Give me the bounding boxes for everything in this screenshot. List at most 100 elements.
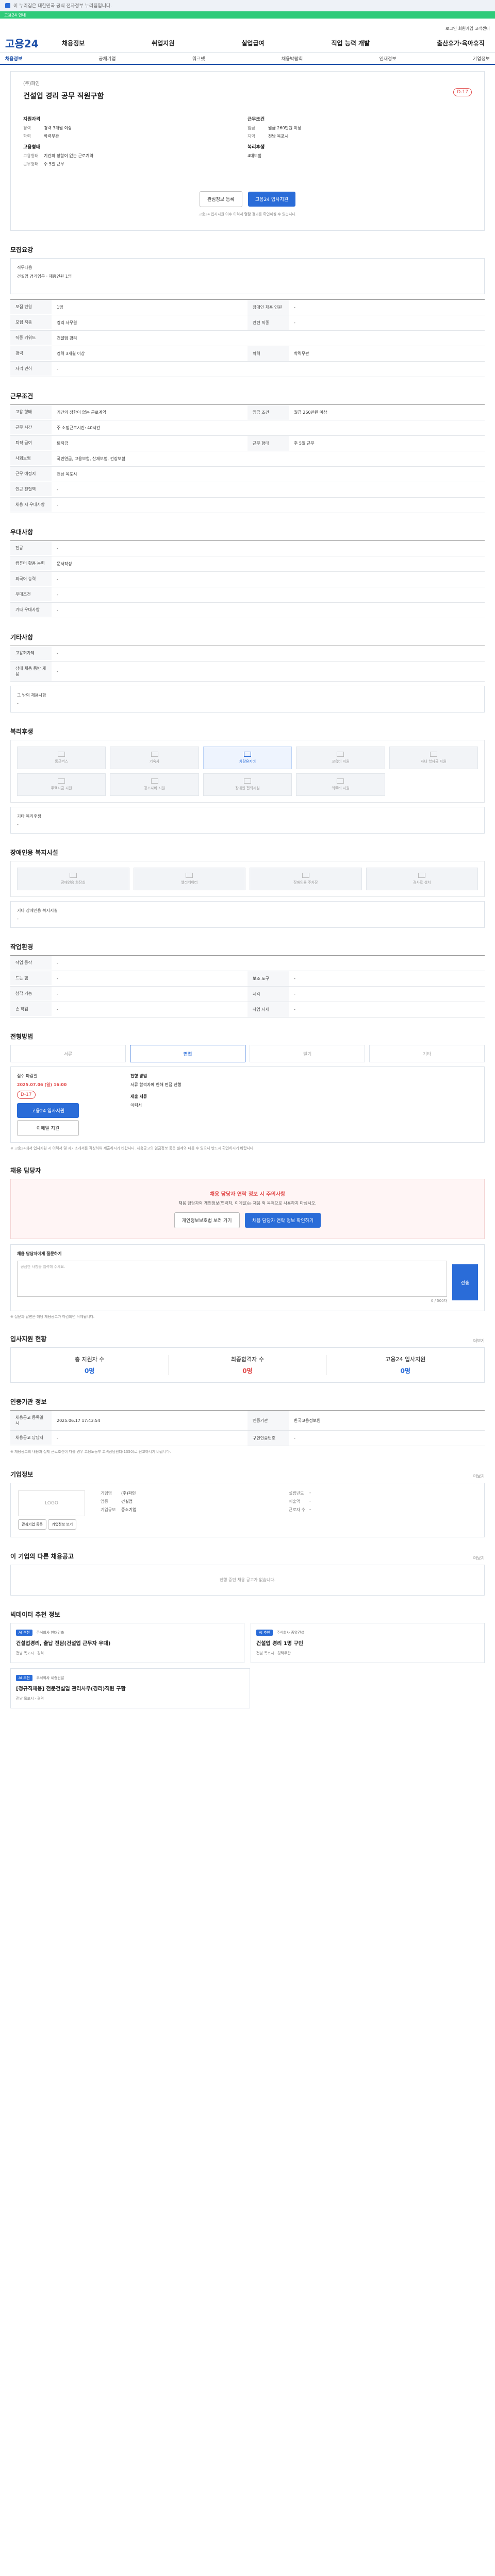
login-links[interactable]: 로그인 회원가입 고객센터 — [0, 26, 495, 34]
stat-value: 0명 — [242, 1367, 253, 1375]
privacy-law-button[interactable]: 개인정보보호법 보러 가기 — [174, 1212, 240, 1229]
stats-more-link[interactable]: 더보기 — [473, 1338, 485, 1344]
company-name[interactable]: (주)파인 — [23, 80, 472, 87]
subnav-item-1[interactable]: 공채기업 — [98, 55, 116, 62]
company-kv: 기업규모 중소기업 — [101, 1507, 289, 1513]
section-title: 작업환경 — [10, 943, 34, 951]
table-cell: - — [57, 992, 58, 996]
dday-badge: D-17 — [453, 88, 472, 96]
gov-mark-icon — [5, 3, 10, 8]
facility-tile: 교육비 지원 — [296, 747, 385, 769]
method-interview: 면접 — [130, 1045, 245, 1062]
stat-label: 고용24 입사지원 — [385, 1356, 426, 1363]
gnb-item-training[interactable]: 직업 능력 개발 — [331, 39, 370, 47]
table-cell: - — [57, 503, 58, 507]
action-buttons: 관심정보 등록 고용24 입사지원 — [11, 191, 484, 207]
table-cell: - — [294, 976, 295, 981]
disabled-grid: 장애인용 화장실 엘리베이터 장애인용 주차장 경사로 설치 — [10, 861, 485, 897]
subnav-item-2[interactable]: 워크넷 — [192, 55, 205, 62]
other-more-link[interactable]: 더보기 — [473, 1555, 485, 1561]
table-row: 채용공고 담당자 - 구인인증번호 - — [10, 1431, 485, 1447]
facility-icon — [58, 752, 65, 757]
company-logo: LOGO — [18, 1490, 85, 1516]
kv-value: 전남 목포시 — [268, 134, 289, 139]
company-kv: 근로자 수- — [289, 1507, 477, 1513]
table-cell: - — [57, 976, 58, 981]
table-cell: 1명 — [57, 305, 63, 310]
facility-tile: 자녀 학자금 지원 — [389, 747, 478, 769]
site-logo[interactable]: 고용24 — [5, 36, 62, 50]
section-title: 우대사항 — [10, 529, 34, 536]
reco-tag: AI 추천 — [16, 1674, 32, 1681]
stat-box: 총 지원자 수 0명 최종합격자 수 0명 고용24 입사지원 0명 — [10, 1347, 485, 1383]
table-row: 작업 동작 - — [10, 956, 485, 971]
reco-card[interactable]: AI 추천 주식회사 세종건설 [정규직채용] 전문건설업 관리사무(경리)직원… — [10, 1668, 250, 1708]
reco-card[interactable]: AI 추천 주식회사 중앙건설 건설업 경리 1명 구인 전남 목포시 · 경력… — [251, 1622, 485, 1663]
subnav-item-3[interactable]: 채용박람회 — [282, 55, 303, 62]
company-more-link[interactable]: 더보기 — [473, 1473, 485, 1479]
contact-warning: 채용 담당자 연락 정보 시 주의사항 채용 담당자의 개인정보(연락처, 이메… — [10, 1179, 485, 1240]
facility-icon — [337, 752, 344, 757]
facility-tile: 경조사비 지원 — [110, 773, 199, 796]
deadline-right: 전형 방법 서류 합격자에 한해 면접 진행 제출 서류 이력서 — [130, 1073, 478, 1136]
facility-label: 교육비 지원 — [332, 759, 350, 764]
question-input[interactable]: 궁금한 사항을 입력해 주세요. — [17, 1261, 447, 1297]
gnb-item-leave[interactable]: 출산휴가·육아휴직 — [437, 39, 485, 47]
table-cell: 주 5일 근무 — [294, 441, 315, 446]
gnb-item-benefit[interactable]: 실업급여 — [241, 39, 264, 47]
disabled-section: 장애인용 복지시설 장애인용 화장실 엘리베이터 장애인용 주차장 경사로 설치 기타… — [10, 848, 485, 928]
table-row: 고용 형태 기간의 정함이 없는 근로계약 임금 조건 월급 260만원 이상 — [10, 405, 485, 420]
contact-info-button[interactable]: 채용 담당자 연락 정보 확인하기 — [245, 1213, 321, 1228]
section-title: 입사지원 현황 — [10, 1335, 47, 1343]
table-row: 사회보험 국민연금, 고용보험, 산재보험, 건강보험 — [10, 451, 485, 467]
kv-value: - — [309, 1490, 311, 1495]
other-label: 기타 장애인용 복지시설 — [17, 908, 58, 913]
table-header-cell: 장애인 채용 인원 — [248, 300, 289, 315]
contact-notes: ※ 질문과 답변은 해당 채용공고가 마감되면 삭제됩니다. — [10, 1315, 95, 1319]
empty-jobs-box: 진행 중인 채용 공고가 없습니다. — [10, 1564, 485, 1596]
table-cell: - — [294, 1436, 295, 1441]
section-title: 모집요강 — [10, 246, 34, 253]
table-header-cell: 근무 형태 — [248, 436, 289, 451]
kv-value: 4대보험 — [248, 154, 262, 158]
send-button[interactable]: 전송 — [452, 1264, 478, 1301]
company-info-button[interactable]: 기업정보 보기 — [48, 1519, 77, 1530]
table-cell: 주 소정근로시간: 40시간 — [57, 426, 101, 430]
fav-company-button[interactable]: 관심기업 등록 — [18, 1519, 46, 1530]
table-cell: - — [57, 577, 58, 582]
facility-label: 통근버스 — [55, 759, 69, 764]
reco-row: AI 추천 주식회사 한대건축 건설업경리, 출납 전담(건설업 근무자 우대)… — [10, 1622, 485, 1663]
scrap-button[interactable]: 관심정보 등록 — [199, 191, 242, 207]
table-row: 컴퓨터 활용 능력 문서작성 — [10, 556, 485, 572]
table-cell: - — [294, 320, 295, 325]
subnav-item-4[interactable]: 인재정보 — [380, 55, 397, 62]
facility-label: 기숙사 — [149, 759, 160, 764]
section-title: 이 기업의 다른 채용공고 — [10, 1552, 74, 1560]
table-header-cell: 청각 기능 — [10, 987, 52, 1001]
reco-spacer — [256, 1668, 485, 1708]
method-text: 서류 합격자에 한해 면접 진행 — [130, 1082, 182, 1087]
company-kv: 기업명 (주)파인 — [101, 1490, 289, 1496]
table-header-cell: 경력 — [10, 346, 52, 360]
email-apply-button[interactable]: 이메일 지원 — [17, 1120, 79, 1136]
deadline-apply-button[interactable]: 고용24 입사지원 — [17, 1103, 79, 1118]
facility-icon — [243, 752, 251, 757]
gnb-item-jobs[interactable]: 채용정보 — [62, 39, 85, 47]
notice-bar-text: 고용24 안내 — [4, 12, 26, 18]
section-title: 복리후생 — [10, 728, 34, 735]
notice-bar[interactable]: 고용24 안내 — [0, 11, 495, 19]
gnb-item-support[interactable]: 취업지원 — [152, 39, 174, 47]
subnav-item-5[interactable]: 기업정보 — [473, 55, 490, 62]
company-kv: 업종 건설업 — [101, 1499, 289, 1504]
table-cell: - — [57, 608, 58, 613]
reco-card[interactable]: AI 추천 주식회사 한대건축 건설업경리, 출납 전담(건설업 근무자 우대)… — [10, 1622, 244, 1663]
apply-button[interactable]: 고용24 입사지원 — [248, 192, 296, 207]
summary-kv: 임금 월급 260만원 이상 — [248, 125, 472, 131]
kv-value: - — [309, 1506, 311, 1512]
company-info-right: 설립년도 - 매출액 - 근로자 수- — [289, 1490, 477, 1530]
kv-value: - — [309, 1498, 311, 1503]
table-header-cell: 사회보험 — [10, 451, 52, 465]
table-row: 모집 인원 1명 장애인 채용 인원 - — [10, 300, 485, 315]
table-header-cell: 기타 우대사항 — [10, 603, 52, 617]
subnav-item-0[interactable]: 채용정보 — [5, 55, 22, 62]
